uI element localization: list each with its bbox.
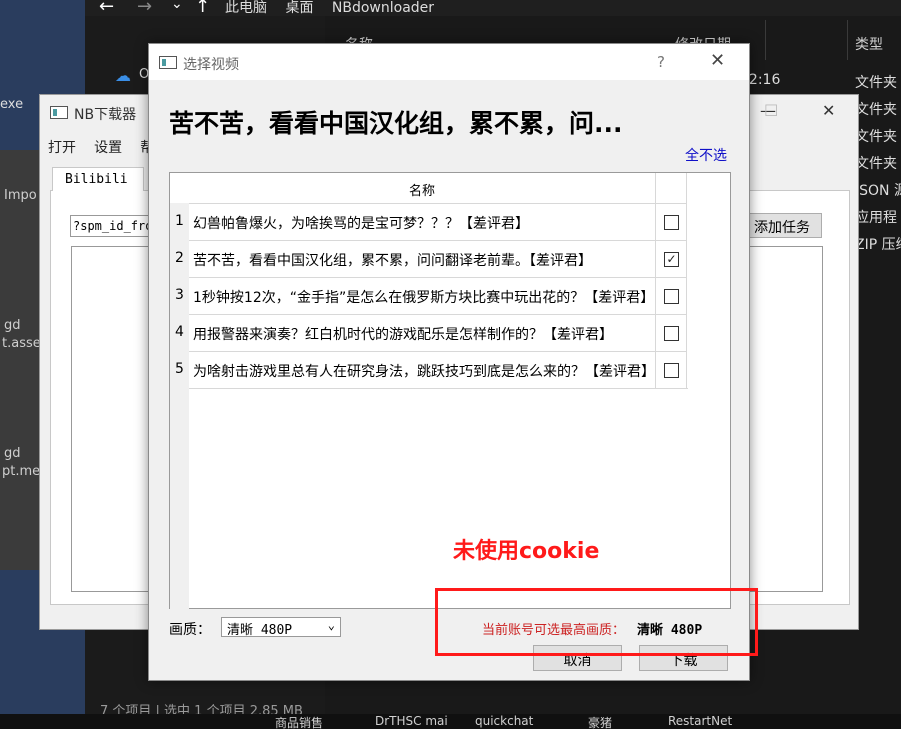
select-video-dialog: 选择视频 ? ✕ 苦不苦，看看中国汉化组，累不累，问... 全不选 名称 1 幻… [148,43,750,681]
file-type: 文件夹 [855,156,897,172]
taskbar-item[interactable]: 商品销售 [275,714,323,729]
up-arrow-icon[interactable]: ↑ [195,0,210,17]
column-divider [847,20,848,60]
background-window-strip [0,150,40,570]
deselect-all-link[interactable]: 全不选 [685,145,727,165]
table-row[interactable]: 1 幻兽帕鲁爆火，为啥挨骂的是宝可梦？？？【差评君】 [170,203,688,240]
quality-label: 画质： [169,622,211,638]
tab-bilibili[interactable]: Bilibili [52,167,144,192]
column-type[interactable]: 类型 [855,34,883,54]
taskbar: 商品销售 DrTHSC mai quickchat 豪猪 RestartNet [0,714,901,729]
help-icon[interactable]: ? [657,53,665,71]
video-checkbox[interactable]: ✓ [664,252,679,267]
dialog-title-bar: 选择视频 ? ✕ [149,44,749,80]
column-header-name[interactable]: 名称 [189,173,656,203]
background-label: Impo [4,188,37,203]
window-title: NB下载器 [74,107,137,123]
file-type: JSON 源 [855,183,901,199]
forward-arrow-icon[interactable]: → [137,0,152,17]
video-collection-title: 苦不苦，看看中国汉化组，累不累，问... [169,109,623,138]
column-divider [765,20,766,60]
row-number: 3 [170,277,189,314]
file-type: 文件夹 [855,102,897,118]
video-checkbox[interactable] [664,289,679,304]
dialog-title: 选择视频 [183,57,239,73]
close-icon[interactable]: ✕ [822,101,835,120]
file-type: 文件夹 [855,75,897,91]
chevron-down-icon[interactable]: ⌄ [171,0,183,12]
checkbox-cell [656,203,687,240]
row-number: 4 [170,314,189,351]
app-window-icon [50,106,68,119]
column-header-check[interactable] [656,173,687,203]
file-type: 文件夹 [855,129,897,145]
chevron-down-icon: ⌄ [327,618,335,632]
video-table: 名称 1 幻兽帕鲁爆火，为啥挨骂的是宝可梦？？？【差评君】 2 苦不苦，看看中国… [169,172,731,609]
table-corner [170,173,189,203]
row-number: 5 [170,351,189,388]
table-row[interactable]: 3 1秒钟按12次，“金手指”是怎么在俄罗斯方块比赛中玩出花的？【差评君】 [170,277,688,314]
checkbox-cell: ✓ [656,240,687,277]
breadcrumb-item[interactable]: 桌面 [285,0,313,16]
taskbar-item[interactable]: 豪猪 [588,714,612,729]
file-type: ZIP 压缩 [855,237,901,253]
add-task-button[interactable]: 添加任务 [742,213,822,238]
breadcrumb-item[interactable]: 此电脑 [225,0,267,16]
explorer-nav-bar: ← → ⌄ ↑ 此电脑 桌面 NBdownloader [85,0,901,17]
grid-line [189,388,688,389]
video-name[interactable]: 苦不苦，看看中国汉化组，累不累，问问翻译老前辈。【差评君】 [189,240,656,277]
taskbar-item[interactable]: RestartNet [668,714,732,728]
row-number: 1 [170,203,189,240]
row-number: 2 [170,240,189,277]
annotation-label: 未使用cookie [453,539,600,564]
breadcrumb[interactable]: 此电脑 桌面 NBdownloader [225,0,448,17]
quality-value: 清晰 480P [227,623,293,638]
taskbar-item[interactable]: DrTHSC mai [375,714,448,728]
cloud-icon: ☁ [115,66,131,85]
dialog-window-icon [159,56,177,69]
table-row[interactable]: 5 为啥射击游戏里总有人在研究身法，跳跃技巧到底是怎么来的？【差评君】 [170,351,688,388]
video-checkbox[interactable] [664,215,679,230]
menu-item-settings[interactable]: 设置 [94,140,122,156]
taskbar-item[interactable]: quickchat [475,714,533,728]
back-arrow-icon[interactable]: ← [99,0,114,17]
quality-select[interactable]: 清晰 480P ⌄ [221,617,341,638]
file-type: 应用程 [855,210,897,226]
video-checkbox[interactable] [664,326,679,341]
menu-item-open[interactable]: 打开 [48,140,76,156]
video-name[interactable]: 为啥射击游戏里总有人在研究身法，跳跃技巧到底是怎么来的？【差评君】 [189,351,656,388]
checkbox-cell [656,314,687,351]
background-label: pt.me [2,464,41,479]
checkbox-cell [656,277,687,314]
video-checkbox[interactable] [664,363,679,378]
background-label: t.asse [2,336,41,351]
background-exe-label: exe [0,97,24,112]
maximize-icon[interactable]: ☐ [764,101,778,120]
type-column: 文件夹 文件夹 文件夹 文件夹 JSON 源 应用程 ZIP 压缩 [855,72,901,261]
background-label: gd [4,446,21,461]
video-name[interactable]: 幻兽帕鲁爆火，为啥挨骂的是宝可梦？？？【差评君】 [189,203,656,240]
checkbox-cell [656,351,687,388]
annotation-highlight-box [435,588,758,656]
breadcrumb-item[interactable]: NBdownloader [332,0,434,16]
background-label: gd [4,318,21,333]
video-name[interactable]: 1秒钟按12次，“金手指”是怎么在俄罗斯方块比赛中玩出花的？【差评君】 [189,277,656,314]
table-row[interactable]: 4 用报警器来演奏？红白机时代的游戏配乐是怎样制作的？【差评君】 [170,314,688,351]
close-icon[interactable]: ✕ [710,50,725,71]
video-name[interactable]: 用报警器来演奏？红白机时代的游戏配乐是怎样制作的？【差评君】 [189,314,656,351]
table-row[interactable]: 2 苦不苦，看看中国汉化组，累不累，问问翻译老前辈。【差评君】 ✓ [170,240,688,277]
